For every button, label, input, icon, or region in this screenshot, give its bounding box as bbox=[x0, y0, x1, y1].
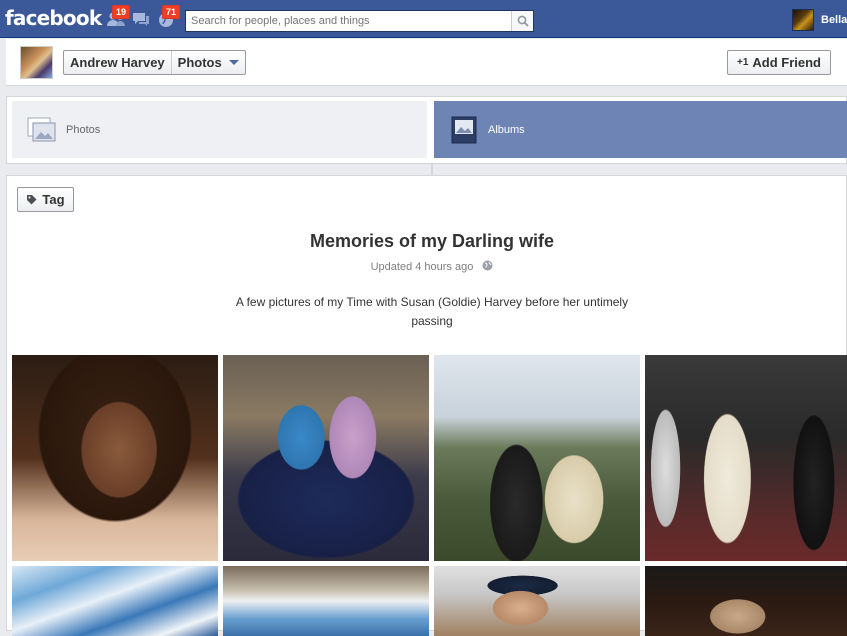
photo-tabs: Photos Albums bbox=[6, 96, 847, 176]
albums-icon bbox=[448, 116, 480, 143]
facebook-logo[interactable]: facebook bbox=[5, 6, 102, 30]
add-friend-label: Add Friend bbox=[752, 55, 821, 70]
photos-icon bbox=[26, 116, 58, 143]
updated-text: Updated 4 hours ago bbox=[370, 260, 474, 273]
search-icon bbox=[517, 15, 529, 27]
section-label: Photos bbox=[177, 55, 222, 70]
notifications-badge: 71 bbox=[162, 5, 181, 19]
profile-thumbnail[interactable] bbox=[20, 46, 53, 79]
photo-thumbnail[interactable] bbox=[12, 566, 218, 636]
messages-jewel[interactable] bbox=[131, 9, 153, 29]
search-button[interactable] bbox=[511, 11, 533, 31]
photo-thumbnail[interactable] bbox=[645, 566, 847, 636]
album-description: A few pictures of my Time with Susan (Go… bbox=[235, 295, 629, 328]
album-panel: Tag Memories of my Darling wife Updated … bbox=[6, 175, 847, 636]
photo-thumbnail[interactable] bbox=[12, 355, 218, 561]
friend-requests-jewel[interactable]: 19 bbox=[106, 5, 131, 29]
tab-albums-label: Albums bbox=[488, 123, 525, 136]
privacy-globe-icon[interactable] bbox=[482, 260, 493, 274]
chevron-down-icon bbox=[228, 60, 239, 65]
photo-thumbnail[interactable] bbox=[223, 566, 429, 636]
top-navigation-bar: facebook 19 71 Bella bbox=[0, 0, 847, 38]
messages-icon bbox=[133, 13, 149, 26]
friend-requests-badge: 19 bbox=[112, 5, 131, 19]
add-friend-icon: +1 bbox=[736, 57, 749, 68]
tab-photos-label: Photos bbox=[66, 123, 101, 136]
photo-thumbnail[interactable] bbox=[434, 566, 640, 636]
notifications-jewel[interactable]: 71 bbox=[156, 5, 181, 29]
user-profile-link[interactable]: Bella bbox=[792, 9, 847, 31]
photo-thumbnail[interactable] bbox=[645, 355, 847, 561]
section-dropdown[interactable]: Photos bbox=[170, 51, 245, 74]
tag-icon bbox=[27, 195, 37, 205]
user-name: Bella bbox=[821, 14, 847, 26]
photo-thumbnail[interactable] bbox=[434, 355, 640, 561]
tag-button[interactable]: Tag bbox=[17, 187, 74, 212]
photo-thumbnail[interactable] bbox=[223, 355, 429, 561]
tag-label: Tag bbox=[42, 192, 65, 207]
search-box bbox=[185, 10, 534, 32]
tab-photos[interactable]: Photos bbox=[12, 101, 427, 158]
user-avatar bbox=[792, 9, 814, 31]
search-input[interactable] bbox=[186, 11, 506, 31]
profile-header: Andrew Harvey Photos +1 Add Friend bbox=[6, 39, 847, 86]
album-updated: Updated 4 hours ago bbox=[7, 260, 847, 274]
tab-albums[interactable]: Albums bbox=[434, 101, 847, 158]
add-friend-button[interactable]: +1 Add Friend bbox=[727, 50, 831, 75]
album-title: Memories of my Darling wife bbox=[309, 231, 555, 251]
profile-name-link[interactable]: Andrew Harvey bbox=[64, 51, 171, 74]
breadcrumb: Andrew Harvey Photos bbox=[63, 50, 246, 75]
